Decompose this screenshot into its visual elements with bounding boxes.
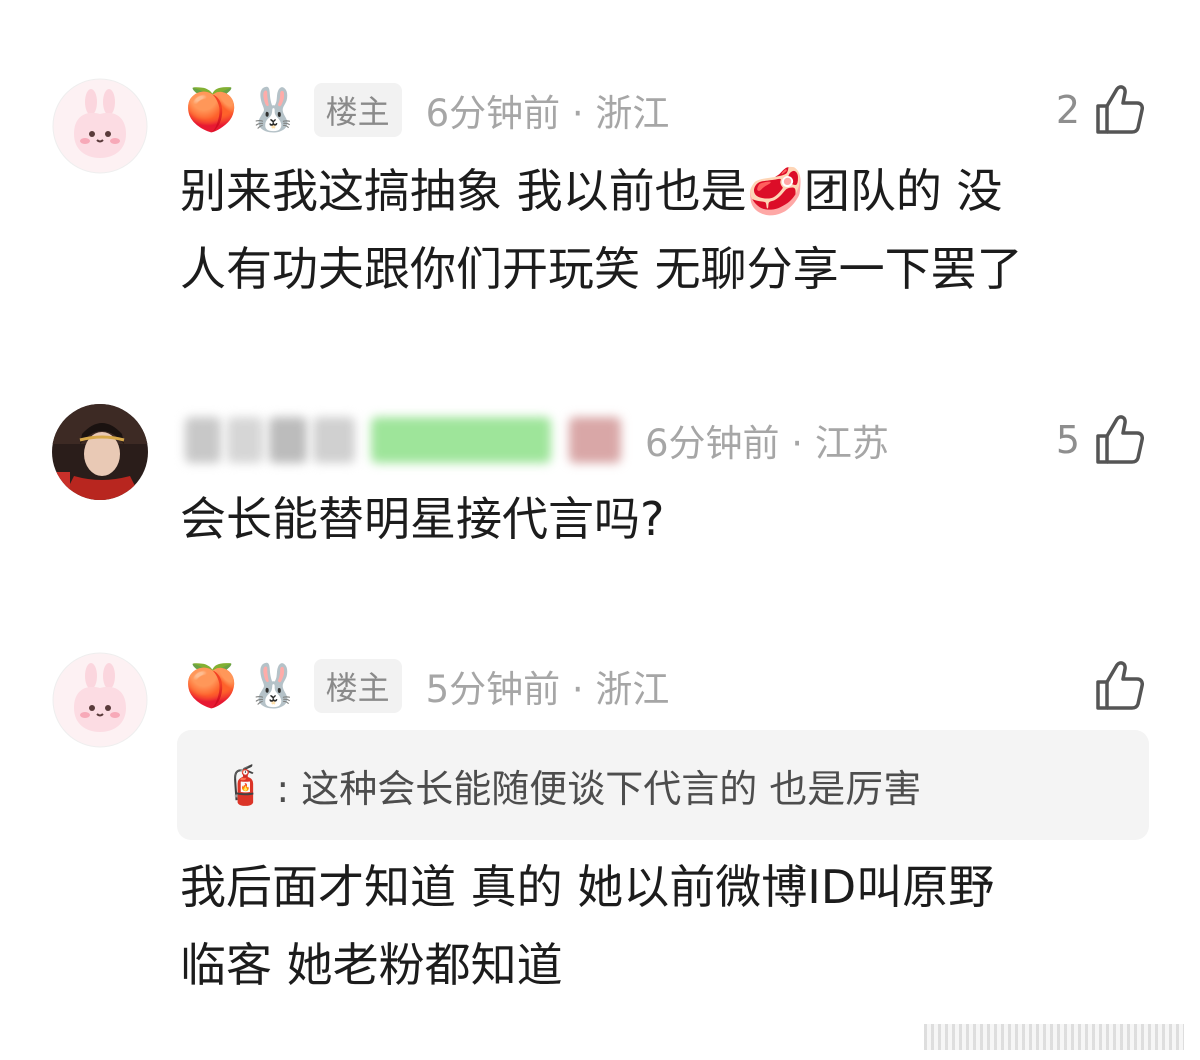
quoted-reply[interactable]: 🧯 : 这种会长能随便谈下代言的 也是厉害	[177, 730, 1149, 840]
rabbit-icon: 🐰	[247, 85, 300, 134]
watermark	[924, 1024, 1184, 1050]
username-blurred	[185, 410, 621, 470]
like-button[interactable]: 5	[1056, 410, 1144, 470]
peach-icon: 🍑	[185, 661, 238, 710]
like-button[interactable]	[1080, 656, 1144, 716]
peach-icon: 🍑	[185, 85, 238, 134]
comment-meta: 🍑 🐰 楼主 6分钟前 · 浙江	[185, 80, 669, 140]
meat-icon: 🥩	[746, 164, 804, 218]
comment-text: 别来我这搞抽象 我以前也是🥩团队的 没 人有功夫跟你们开玩笑 无聊分享一下罢了	[180, 152, 1160, 308]
comment-text-line: 我后面才知道 真的 她以前微博ID叫原野	[180, 860, 995, 914]
comment-meta: 🍑 🐰 楼主 5分钟前 · 浙江	[185, 656, 669, 716]
comment-text-part: 团队的 没	[803, 164, 1003, 218]
thumbs-up-icon	[1096, 661, 1144, 710]
thumbs-up-icon	[1096, 85, 1144, 134]
comment-text-line: 人有功夫跟你们开玩笑 无聊分享一下罢了	[180, 242, 1023, 296]
time-location: 5分钟前 · 浙江	[425, 668, 670, 711]
comment-text-line: 临客 她老粉都知道	[180, 938, 563, 992]
thumbs-up-icon	[1096, 415, 1144, 464]
comment-text: 会长能替明星接代言吗?	[180, 492, 665, 546]
like-button[interactable]: 2	[1056, 80, 1144, 140]
time-location: 6分钟前 · 江苏	[645, 422, 889, 465]
like-count: 5	[1055, 418, 1080, 462]
comment-text: 我后面才知道 真的 她以前微博ID叫原野 临客 她老粉都知道	[180, 848, 1160, 1004]
quoted-text: : 这种会长能随便谈下代言的 也是厉害	[276, 766, 922, 811]
avatar[interactable]	[52, 78, 148, 174]
like-count: 2	[1055, 88, 1080, 132]
rabbit-icon: 🐰	[247, 661, 300, 710]
comment-meta: 6分钟前 · 江苏	[185, 410, 889, 470]
fire-extinguisher-icon: 🧯	[221, 762, 269, 807]
host-tag: 楼主	[313, 83, 402, 137]
host-tag: 楼主	[313, 659, 402, 713]
comment-text-part: 别来我这搞抽象 我以前也是	[180, 164, 747, 218]
time-location: 6分钟前 · 浙江	[425, 92, 670, 135]
avatar[interactable]	[52, 404, 148, 500]
avatar[interactable]	[52, 652, 148, 748]
